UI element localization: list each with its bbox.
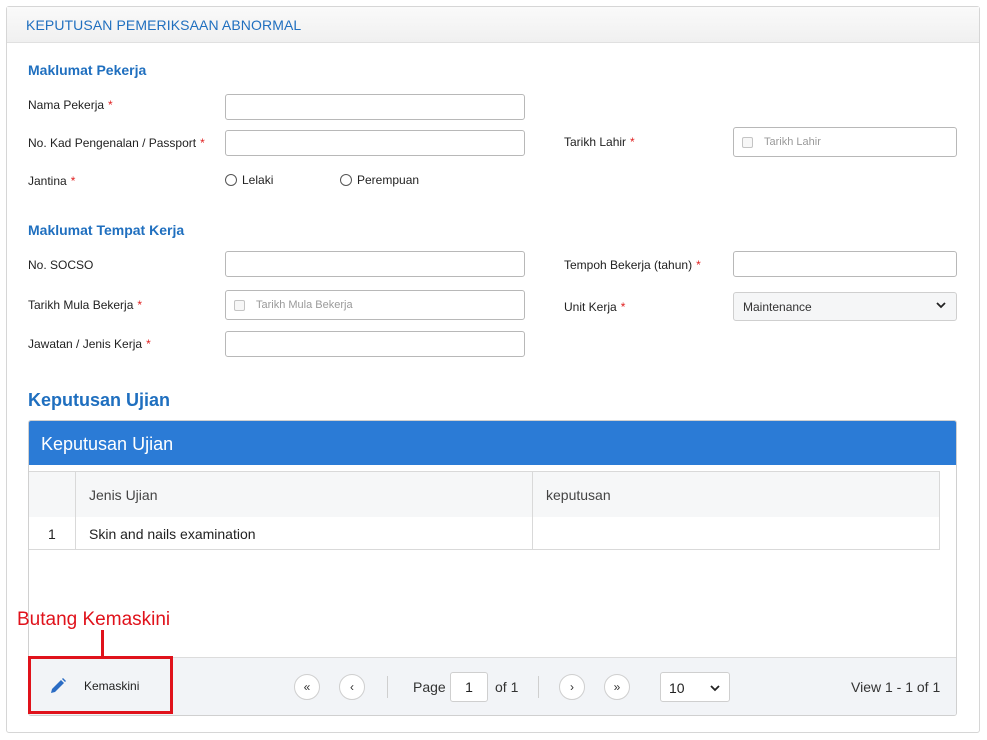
annotation-label: Butang Kemaskini [17,609,171,630]
radio-male[interactable] [225,174,237,186]
page-input[interactable]: 1 [450,672,488,702]
start-date-input[interactable]: Tarikh Mula Bekerja [225,290,525,320]
required-mark: * [696,258,701,272]
pager-separator [387,676,388,698]
required-mark: * [200,136,205,150]
prev-page-button[interactable]: ‹ [339,674,365,700]
tenure-label: Tempoh Bekerja (tahun) * [564,258,701,272]
header-jenis-ujian[interactable]: Jenis Ujian [75,472,532,517]
panel-title: KEPUTUSAN PEMERIKSAAN ABNORMAL [26,17,302,33]
row-number: 1 [48,526,56,542]
first-page-button[interactable]: « [294,674,320,700]
required-mark: * [137,298,143,312]
dob-label: Tarikh Lahir * [564,135,635,149]
calendar-icon [234,300,245,311]
chevron-down-icon [710,685,720,692]
required-mark: * [630,135,635,149]
gender-male-option[interactable]: Lelaki [225,173,273,187]
required-mark: * [146,337,151,351]
position-label: Jawatan / Jenis Kerja * [28,337,151,351]
view-range-text: View 1 - 1 of 1 [851,679,941,695]
unit-select[interactable]: Maintenance [733,292,957,321]
required-mark: * [108,98,113,112]
annotation-box [28,656,173,714]
row-result [532,517,940,549]
panel-header: KEPUTUSAN PEMERIKSAAN ABNORMAL [7,7,979,43]
table-row[interactable]: 1 Skin and nails examination [29,517,940,550]
position-input[interactable] [225,331,525,357]
page-count: of 1 [495,679,519,695]
gender-male-label: Lelaki [242,173,274,187]
unit-label: Unit Kerja * [564,300,626,314]
chevron-down-icon [936,302,946,309]
start-date-label: Tarikh Mula Bekerja * [28,298,143,312]
next-page-button[interactable]: › [559,674,585,700]
name-label: Nama Pekerja * [28,98,113,112]
ic-label: No. Kad Pengenalan / Passport * [28,136,205,150]
page-size-select[interactable]: 10 [660,672,730,702]
calendar-icon [742,137,753,148]
radio-female[interactable] [340,174,352,186]
grid-caption: Keputusan Ujian [29,421,956,465]
unit-select-value: Maintenance [743,300,812,314]
gender-female-label: Perempuan [357,173,420,187]
start-date-placeholder: Tarikh Mula Bekerja [256,299,353,311]
dob-input[interactable]: Tarikh Lahir [733,127,957,157]
grid-caption-text: Keputusan Ujian [41,434,174,454]
worker-section-title: Maklumat Pekerja [28,62,147,78]
dob-placeholder: Tarikh Lahir [764,136,821,148]
header-rownum [29,472,75,517]
ic-input[interactable] [225,130,525,156]
page-label: Page [413,679,446,695]
pager-separator [538,676,539,698]
required-mark: * [620,300,626,314]
required-mark: * [70,174,76,188]
row-test: Skin and nails examination [75,517,532,549]
page-size-value: 10 [669,680,685,696]
gender-female-option[interactable]: Perempuan [340,173,419,187]
header-keputusan[interactable]: keputusan [532,472,940,517]
results-section-title: Keputusan Ujian [28,390,171,410]
annotation-line [101,630,104,657]
last-page-button[interactable]: » [604,674,630,700]
socso-input[interactable] [225,251,525,277]
grid-header: Jenis Ujian keputusan [29,471,940,518]
name-input[interactable] [225,94,525,120]
tenure-input[interactable] [733,251,957,277]
workplace-section-title: Maklumat Tempat Kerja [28,222,185,238]
socso-label: No. SOCSO [28,258,94,272]
gender-label: Jantina * [28,174,76,188]
